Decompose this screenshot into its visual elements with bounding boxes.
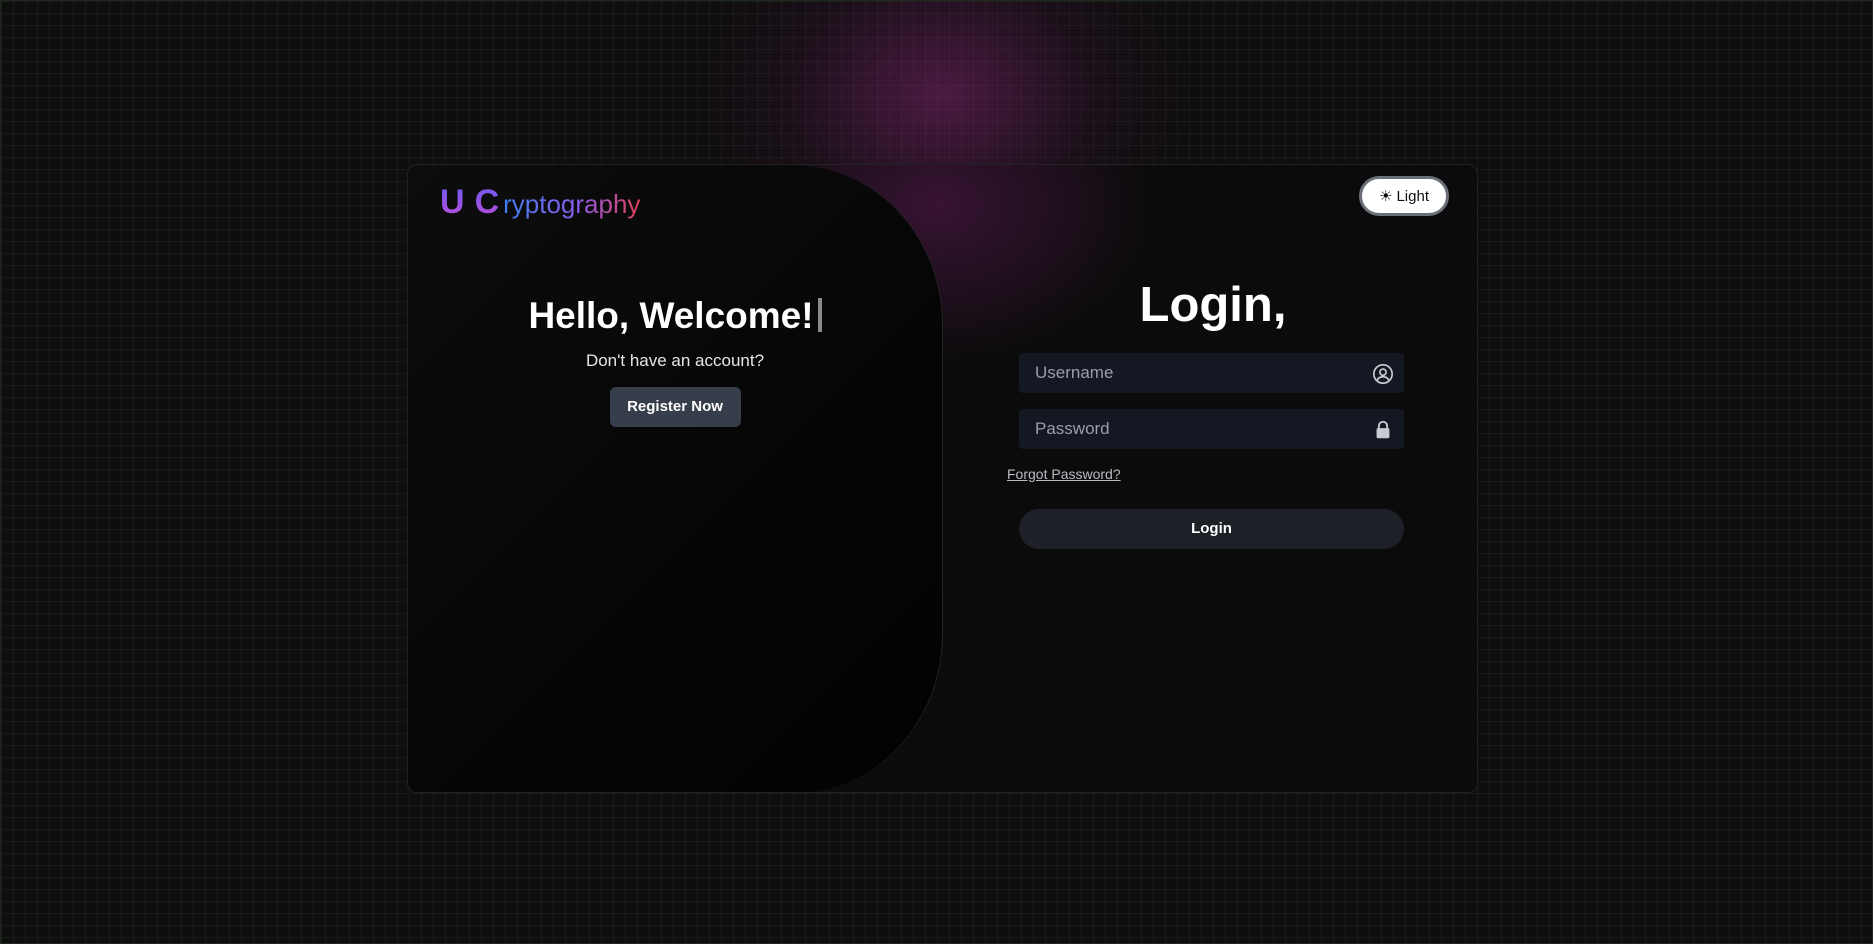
welcome-section: Hello, Welcome! Don't have an account? R…	[408, 295, 942, 427]
lock-icon	[1376, 420, 1390, 439]
username-field-wrapper	[1019, 353, 1404, 393]
user-circle-icon	[1373, 364, 1393, 384]
password-field-wrapper	[1019, 409, 1404, 449]
username-input[interactable]	[1019, 353, 1404, 393]
login-title: Login,	[1139, 278, 1287, 332]
app-logo: U C ryptography	[440, 183, 640, 222]
login-button[interactable]: Login	[1019, 509, 1404, 549]
password-input[interactable]	[1019, 409, 1404, 449]
sun-icon: ☀	[1379, 188, 1393, 205]
logo-wordmark: ryptography	[503, 189, 641, 219]
welcome-subtitle: Don't have an account?	[585, 351, 765, 370]
logo-letter-c: C	[474, 183, 500, 221]
theme-toggle-label: Light	[1396, 187, 1429, 205]
welcome-title: Hello, Welcome!	[528, 295, 814, 336]
logo-letter-u: U	[440, 183, 465, 221]
welcome-panel	[408, 165, 943, 792]
page-background: U C ryptography Hello, Welcome! Don't ha…	[0, 0, 1873, 944]
typing-caret	[817, 298, 822, 332]
register-button[interactable]: Register Now	[609, 387, 741, 427]
theme-toggle-button[interactable]: ☀ Light	[1359, 176, 1449, 216]
auth-card: U C ryptography Hello, Welcome! Don't ha…	[407, 164, 1478, 793]
forgot-password-link[interactable]: Forgot Password?	[1007, 466, 1121, 482]
